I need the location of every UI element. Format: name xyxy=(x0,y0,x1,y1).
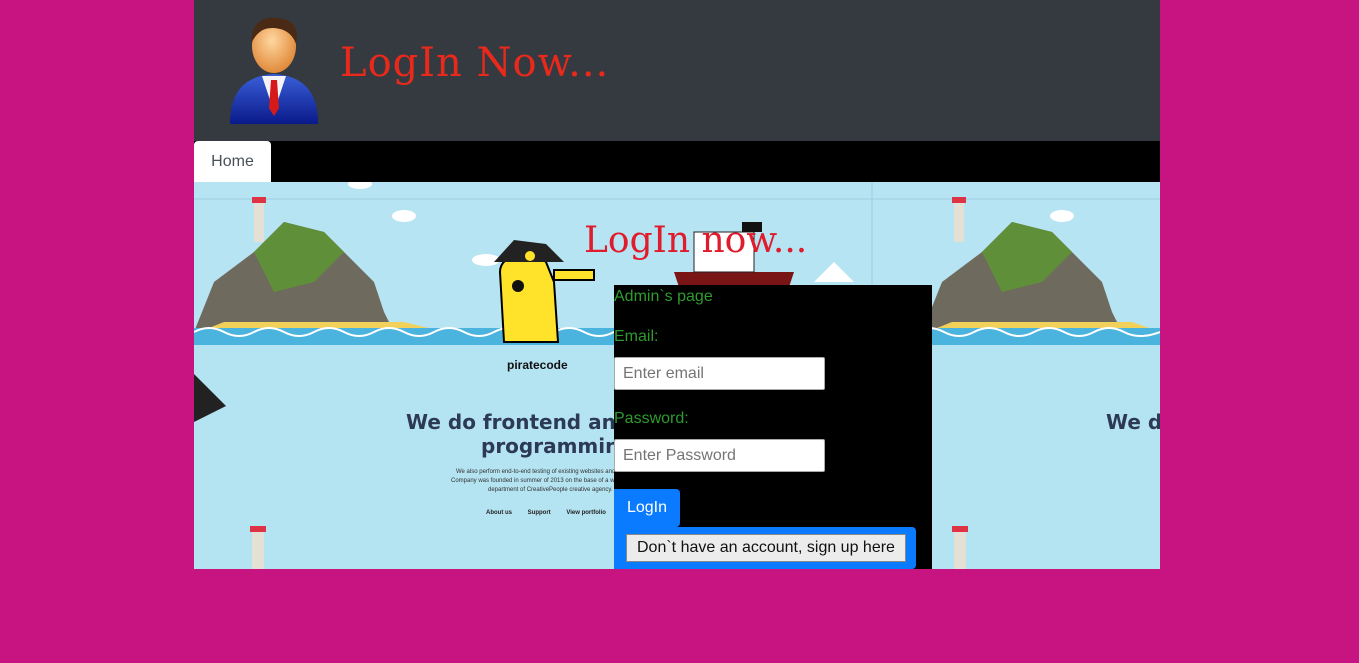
signup-button[interactable]: Don`t have an account, sign up here xyxy=(626,534,906,562)
email-label: Email: xyxy=(614,328,659,345)
login-form: Admin`s page Email: Password: LogIn Don`… xyxy=(614,285,932,569)
bg-heading-right: We do xyxy=(1106,410,1160,434)
password-label: Password: xyxy=(614,410,689,427)
bg-text-line2: Company was founded in summer of 2013 on… xyxy=(451,478,633,484)
bg-heading-line2: programming xyxy=(481,434,634,458)
password-input[interactable] xyxy=(614,439,825,472)
page-container: LogIn Now... Home piratecode We do front… xyxy=(194,0,1160,569)
bg-link-about: About us xyxy=(486,510,512,516)
nav-home-tab[interactable]: Home xyxy=(194,141,271,182)
bg-links: About us Support View portfolio xyxy=(486,510,620,516)
signup-container: Don`t have an account, sign up here xyxy=(614,527,916,569)
site-header: LogIn Now... xyxy=(194,0,1160,141)
brand-logo-text: piratecode xyxy=(507,358,568,372)
bg-text-line1: We also perform end-to-end testing of ex… xyxy=(456,469,630,475)
login-heading: LogIn now... xyxy=(584,220,808,261)
bg-link-portfolio: View portfolio xyxy=(566,510,606,516)
site-title: LogIn Now... xyxy=(340,40,610,86)
navbar: Home xyxy=(194,141,1160,182)
background-image: piratecode We do frontend and b programm… xyxy=(194,182,1160,569)
bg-link-support: Support xyxy=(527,510,551,516)
user-avatar-icon xyxy=(230,17,318,124)
email-input[interactable] xyxy=(614,357,825,390)
login-button[interactable]: LogIn xyxy=(614,489,680,527)
admin-page-label: Admin`s page xyxy=(614,288,713,305)
bg-text-line3: department of CreativePeople creative ag… xyxy=(488,487,613,493)
